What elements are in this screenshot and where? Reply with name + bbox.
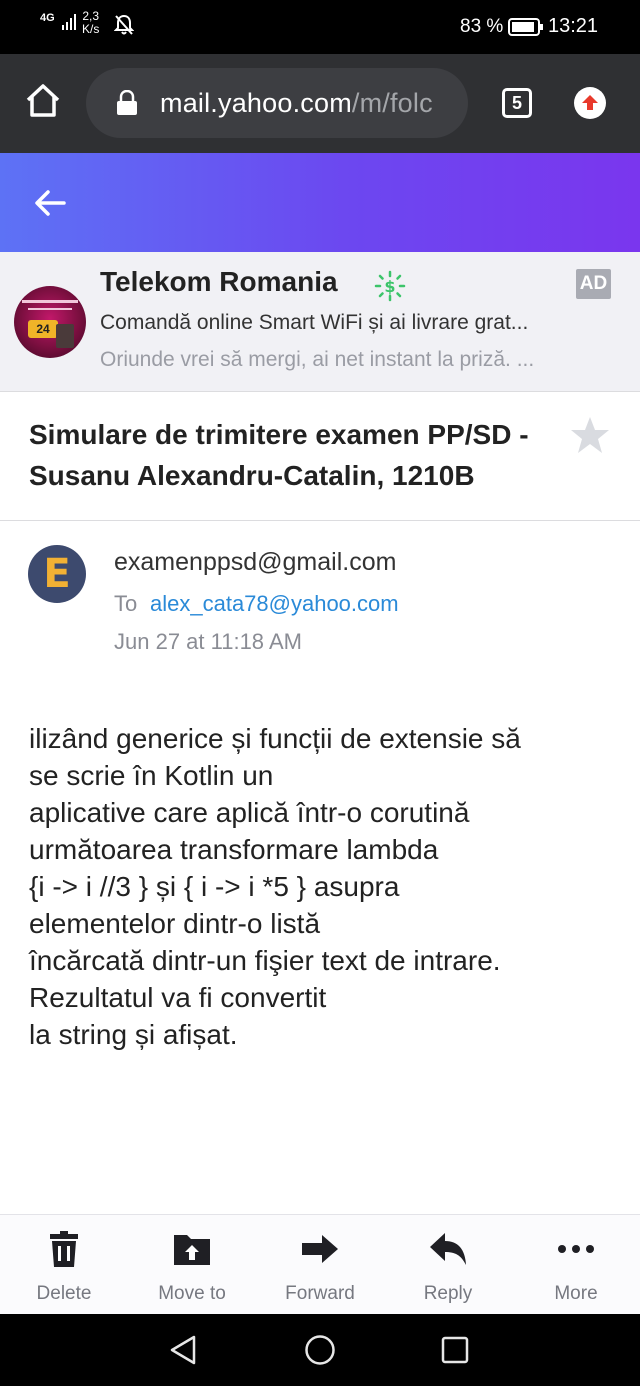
email-body: ilizând generice și funcții de extensie … xyxy=(29,720,619,1053)
update-arrow-icon xyxy=(582,95,598,110)
browser-toolbar: mail.yahoo.com/m/folc 5 xyxy=(0,54,640,153)
clock: 13:21 xyxy=(548,15,599,37)
ad-logo: 24 xyxy=(14,286,86,358)
update-icon[interactable] xyxy=(574,87,606,119)
divider xyxy=(0,520,640,521)
avatar: E xyxy=(28,545,86,603)
forward-label: Forward xyxy=(285,1283,355,1304)
url-domain: mail.yahoo.com xyxy=(160,88,352,118)
speed-unit: K/s xyxy=(82,22,100,36)
to-label: To xyxy=(114,591,138,616)
more-label: More xyxy=(554,1283,598,1304)
tab-count: 5 xyxy=(511,93,522,113)
ad-logo-badge: 24 xyxy=(28,320,58,338)
network-speed: 2,3 K/s xyxy=(82,10,99,36)
url-bar[interactable]: mail.yahoo.com/m/folc xyxy=(86,68,468,138)
move-to-button[interactable]: Move to xyxy=(128,1215,256,1315)
email-date: Jun 27 at 11:18 AM xyxy=(114,629,302,654)
body-line: încărcată dintr-un fişier text de intrar… xyxy=(29,945,501,976)
nav-back-icon[interactable] xyxy=(168,1334,198,1366)
url-text: mail.yahoo.com/m/folc xyxy=(160,88,433,119)
nav-home-icon[interactable] xyxy=(304,1334,336,1366)
forward-arrow-icon xyxy=(302,1235,338,1263)
tabs-icon[interactable]: 5 xyxy=(502,88,532,118)
battery-icon xyxy=(508,18,543,36)
reply-arrow-icon xyxy=(430,1233,466,1265)
body-line: următoarea transformare lambda xyxy=(29,834,439,865)
trash-icon xyxy=(50,1231,78,1267)
body-line: elementelor dintr-o listă xyxy=(29,908,321,939)
reply-label: Reply xyxy=(423,1283,473,1304)
avatar-letter: E xyxy=(43,551,71,597)
battery-percent: 83 % xyxy=(460,16,504,37)
body-line: ilizând generice și funcții de extensie … xyxy=(29,723,521,754)
signal-icon xyxy=(62,14,76,30)
network-type: 4G xyxy=(40,12,55,24)
svg-text:$: $ xyxy=(384,277,395,296)
sender-email[interactable]: examenppsd@gmail.com xyxy=(114,548,396,577)
nav-recents-icon[interactable] xyxy=(441,1336,469,1364)
ad-logo-stripe xyxy=(22,300,78,303)
ad-description: Oriunde vrei să mergi, ai net instant la… xyxy=(100,348,535,371)
ad-banner[interactable]: 24 Telekom Romania $ AD Comandă online S… xyxy=(0,252,640,392)
sponsored-dollar-icon: $ xyxy=(374,270,406,302)
body-line: la string și afișat. xyxy=(29,1019,238,1050)
router-image xyxy=(56,324,74,348)
status-bar: 4G 2,3 K/s 83 % 13:21 xyxy=(0,0,640,54)
body-line: se scrie în Kotlin un xyxy=(29,760,274,791)
body-line: aplicative care aplică într-o corutină xyxy=(29,797,470,828)
mute-bell-icon xyxy=(114,14,134,35)
body-line: {i -> i //3 } și { i -> i *5 } asupra xyxy=(29,871,400,902)
delete-button[interactable]: Delete xyxy=(0,1215,128,1315)
back-arrow-icon[interactable] xyxy=(34,189,66,217)
forward-button[interactable]: Forward xyxy=(256,1215,384,1315)
ad-title: Telekom Romania xyxy=(100,266,338,297)
ad-badge: AD xyxy=(576,269,611,299)
move-to-label: Move to xyxy=(158,1283,226,1304)
recipient-email[interactable]: alex_cata78@yahoo.com xyxy=(150,591,399,617)
mail-header xyxy=(0,153,640,252)
email-subject: Simulare de trimitere examen PP/SD - Sus… xyxy=(29,419,529,491)
folder-move-icon xyxy=(174,1235,210,1265)
ad-headline: Comandă online Smart WiFi și ai livrare … xyxy=(100,311,529,334)
url-path: /m/folc xyxy=(351,88,433,118)
message-toolbar: Delete Move to Forward Reply More xyxy=(0,1214,640,1315)
reply-button[interactable]: Reply xyxy=(384,1215,512,1315)
star-icon[interactable] xyxy=(570,416,610,454)
home-icon[interactable] xyxy=(24,82,62,120)
more-button[interactable]: More xyxy=(512,1215,640,1315)
body-line: Rezultatul va fi convertit xyxy=(29,982,327,1013)
more-dots-icon xyxy=(558,1245,594,1253)
delete-label: Delete xyxy=(36,1283,92,1304)
ad-logo-stripe xyxy=(28,308,72,310)
android-nav-bar xyxy=(0,1314,640,1386)
lock-icon xyxy=(117,90,137,115)
